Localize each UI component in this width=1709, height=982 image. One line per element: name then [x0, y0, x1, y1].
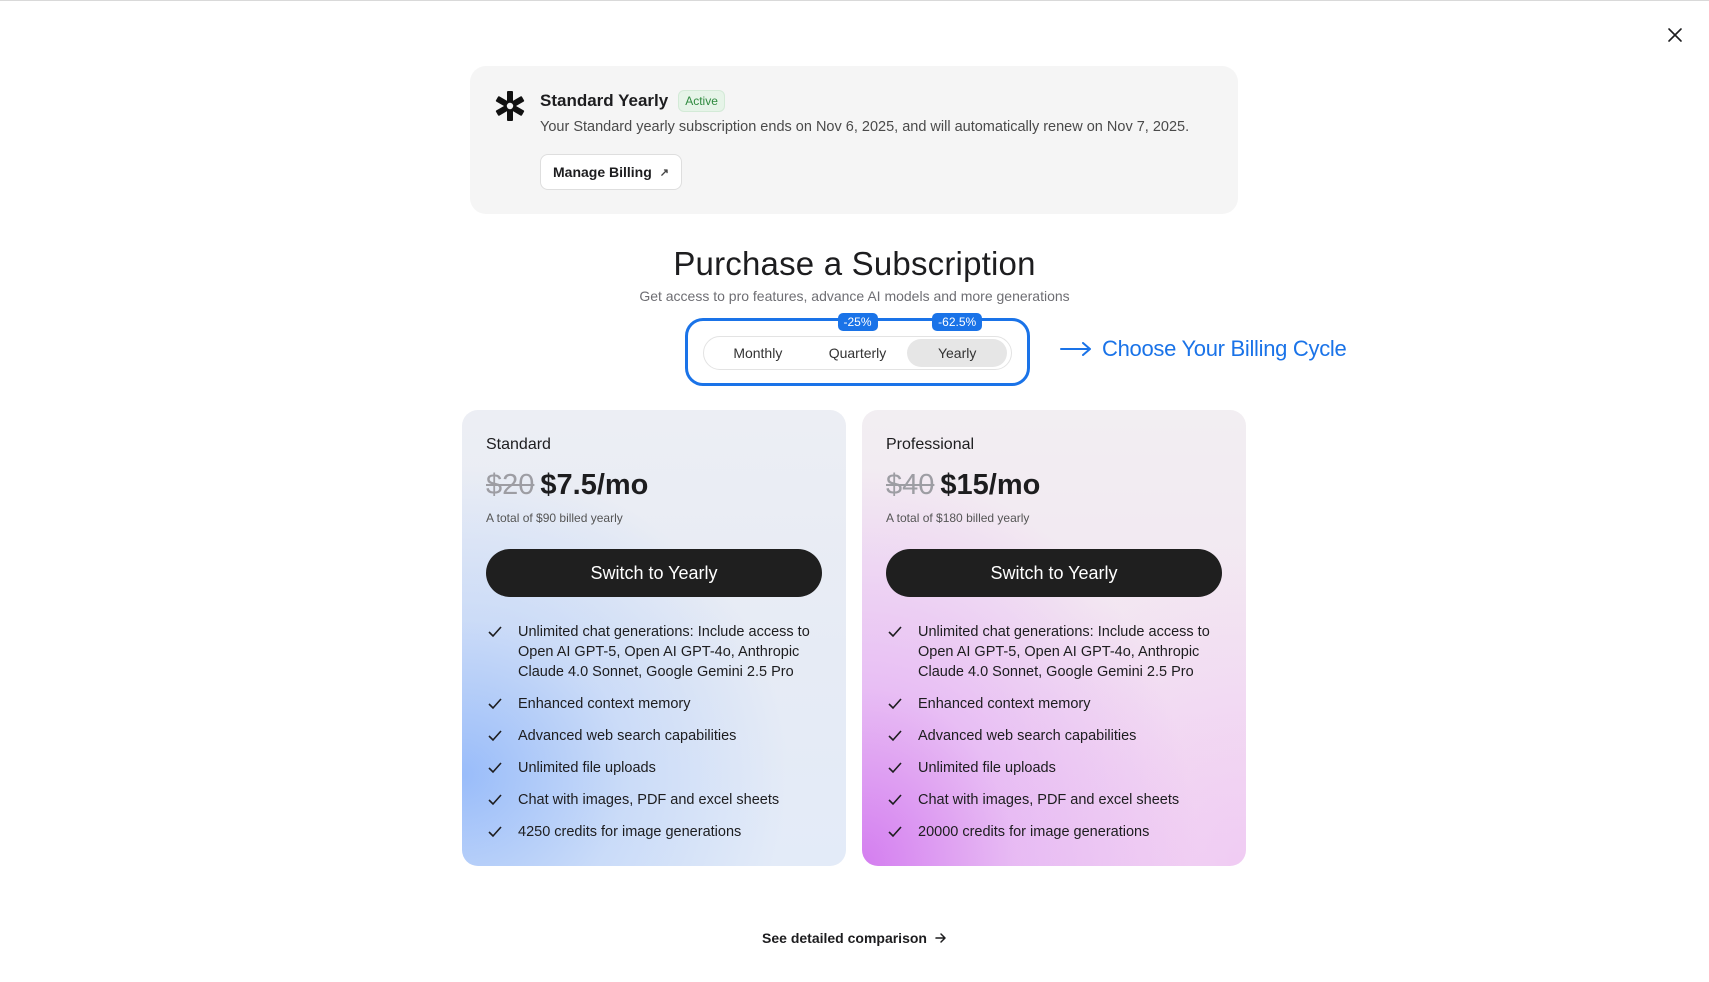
see-detailed-comparison-link[interactable]: See detailed comparison [762, 930, 947, 946]
arrow-right-icon [935, 933, 946, 943]
billing-total: A total of $180 billed yearly [886, 511, 1030, 525]
feature-text: Unlimited chat generations: Include acce… [518, 624, 810, 680]
feature-text: Unlimited chat generations: Include acce… [918, 624, 1210, 680]
feature-item: Unlimited chat generations: Include acce… [486, 622, 826, 682]
feature-text: Advanced web search capabilities [518, 728, 737, 744]
billing-option-label: Quarterly [828, 345, 887, 361]
check-icon [886, 822, 904, 842]
feature-text: Chat with images, PDF and excel sheets [918, 792, 1180, 808]
check-icon [886, 622, 904, 642]
current-price: $15/mo [940, 469, 1041, 501]
check-icon [886, 726, 904, 746]
feature-text: Chat with images, PDF and excel sheets [518, 792, 780, 808]
plan-card-professional: Professional $40 $15/mo A total of $180 … [862, 410, 1246, 866]
old-price: $20 [486, 469, 535, 501]
price-row: $40 $15/mo [886, 469, 1040, 502]
switch-to-yearly-button[interactable]: Switch to Yearly [886, 549, 1222, 597]
feature-item: Enhanced context memory [886, 694, 1226, 714]
billing-option-label: Monthly [733, 345, 783, 361]
feature-text: Enhanced context memory [518, 696, 691, 712]
feature-item: Enhanced context memory [486, 694, 826, 714]
plan-card-standard: Standard $20 $7.5/mo A total of $90 bill… [462, 410, 846, 866]
status-badge: Active [678, 90, 725, 112]
check-icon [886, 758, 904, 778]
feature-text: Unlimited file uploads [518, 760, 656, 776]
feature-item: Advanced web search capabilities [486, 726, 826, 746]
feature-text: Advanced web search capabilities [918, 728, 1137, 744]
current-plan-description: Your Standard yearly subscription ends o… [540, 119, 1190, 135]
feature-item: Chat with images, PDF and excel sheets [886, 790, 1226, 810]
current-plan-header: Standard Yearly Active [540, 90, 725, 112]
check-icon [486, 790, 504, 810]
arrow-up-right-icon: ↗ [659, 166, 670, 179]
current-plan-title: Standard Yearly [540, 91, 669, 110]
check-icon [486, 622, 504, 642]
billing-option-label: Yearly [937, 345, 977, 361]
feature-item: Unlimited chat generations: Include acce… [886, 622, 1226, 682]
current-price: $7.5/mo [540, 469, 649, 501]
check-icon [486, 822, 504, 842]
check-icon [486, 694, 504, 714]
current-subscription-card: Standard Yearly Active Your Standard yea… [470, 66, 1238, 214]
page-subtitle: Get access to pro features, advance AI m… [639, 288, 1070, 304]
plan-name: Standard [486, 436, 551, 453]
arrow-right-icon [1060, 342, 1091, 356]
feature-item: Unlimited file uploads [886, 758, 1226, 778]
feature-item: 4250 credits for image generations [486, 822, 826, 842]
check-icon [886, 694, 904, 714]
feature-item: 20000 credits for image generations [886, 822, 1226, 842]
billing-cycle-toggle: Monthly -25% Quarterly -62.5% Yearly [703, 313, 1012, 370]
billing-cycle-highlight: Monthly -25% Quarterly -62.5% Yearly [685, 313, 1030, 386]
feature-list: Unlimited chat generations: Include acce… [886, 622, 1226, 854]
comparison-link-row: See detailed comparison [0, 930, 1709, 948]
annotation-text: Choose Your Billing Cycle [1102, 336, 1347, 361]
old-price: $40 [886, 469, 935, 501]
billing-option-yearly[interactable]: -62.5% Yearly [907, 313, 1008, 367]
billing-total: A total of $90 billed yearly [486, 511, 623, 525]
feature-item: Chat with images, PDF and excel sheets [486, 790, 826, 810]
close-button[interactable] [1661, 21, 1689, 49]
feature-text: 4250 credits for image generations [518, 824, 742, 840]
check-icon [486, 726, 504, 746]
discount-badge: -25% [837, 313, 878, 331]
feature-text: 20000 credits for image generations [918, 824, 1150, 840]
asterisk-logo-icon [495, 91, 525, 121]
feature-list: Unlimited chat generations: Include acce… [486, 622, 826, 854]
comparison-link-label: See detailed comparison [762, 930, 927, 946]
manage-billing-button[interactable]: Manage Billing ↗ [540, 154, 683, 190]
billing-cycle-annotation: Choose Your Billing Cycle [1060, 336, 1347, 362]
plan-name: Professional [886, 436, 975, 453]
billing-option-quarterly[interactable]: -25% Quarterly [808, 313, 908, 367]
switch-to-yearly-button[interactable]: Switch to Yearly [486, 549, 822, 597]
check-icon [486, 758, 504, 778]
price-row: $20 $7.5/mo [486, 469, 648, 502]
feature-text: Unlimited file uploads [918, 760, 1056, 776]
manage-billing-label: Manage Billing [553, 164, 652, 180]
feature-item: Advanced web search capabilities [886, 726, 1226, 746]
feature-text: Enhanced context memory [918, 696, 1091, 712]
close-icon [1668, 28, 1682, 42]
billing-option-monthly[interactable]: Monthly [708, 339, 808, 367]
page-title: Purchase a Subscription [673, 245, 1036, 282]
feature-item: Unlimited file uploads [486, 758, 826, 778]
discount-badge: -62.5% [932, 313, 983, 331]
check-icon [886, 790, 904, 810]
